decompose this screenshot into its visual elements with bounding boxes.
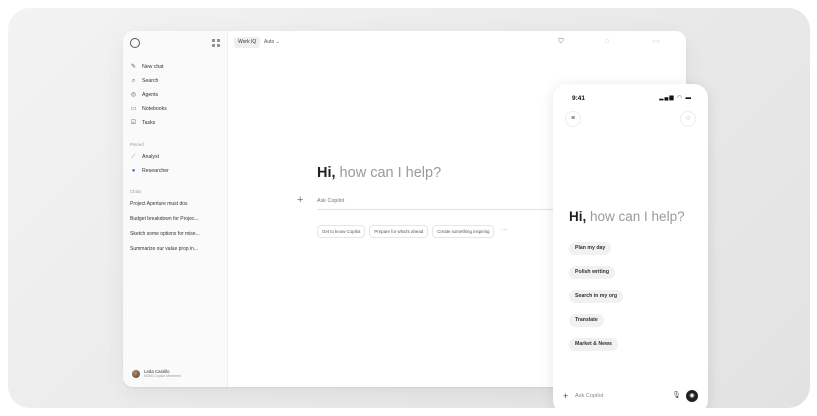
shield-icon[interactable]: ⛉ bbox=[557, 38, 565, 46]
sidebar-item-label: Analyst bbox=[142, 154, 160, 160]
analyst-icon: ⟋ bbox=[131, 153, 136, 160]
sidebar-agents: ⟋ Analyst ● Researcher bbox=[130, 150, 222, 178]
more-icon[interactable]: ··· bbox=[652, 38, 660, 46]
sidebar: ✎ New chat ⌕ Search ◎ Agents ▭ Notebooks bbox=[123, 31, 228, 387]
suggestion-chip[interactable]: Get to know Copilot bbox=[317, 225, 366, 238]
phone-greeting: Hi, how can I help? bbox=[569, 209, 685, 224]
greeting-hi: Hi, bbox=[317, 165, 336, 181]
suggestion-chip[interactable]: Polish writing bbox=[569, 266, 616, 279]
agents-section-label: Pinned bbox=[130, 142, 144, 147]
avatar bbox=[132, 370, 140, 378]
screenshot-stage: ✎ New chat ⌕ Search ◎ Agents ▭ Notebooks bbox=[0, 0, 817, 416]
list-item[interactable]: Budget breakdown for Projec... bbox=[130, 212, 225, 227]
topbar: Work IQ Auto ⌄ ⛉ ◌ ··· bbox=[227, 31, 686, 55]
suggestion-chip[interactable]: Create something inspiring bbox=[432, 225, 495, 238]
chats-section-label: Chats bbox=[130, 189, 142, 194]
sidebar-item-label: Tasks bbox=[142, 120, 156, 126]
prompt-suggestions: Get to know Copilot Prepare for what's a… bbox=[317, 225, 510, 238]
greeting-heading: Hi, how can I help? bbox=[317, 165, 441, 181]
sidebar-nav: ✎ New chat ⌕ Search ◎ Agents ▭ Notebooks bbox=[130, 60, 222, 130]
researcher-icon: ● bbox=[131, 167, 136, 174]
list-item[interactable]: Project Aperture must dos bbox=[130, 197, 225, 212]
phone-suggestions: Plan my day Polish writing Search in my … bbox=[569, 236, 624, 356]
list-item: Plan my day bbox=[569, 236, 623, 260]
copilot-logo-icon[interactable] bbox=[130, 38, 140, 48]
sidebar-item-researcher[interactable]: ● Researcher bbox=[130, 164, 222, 178]
more-suggestions-button[interactable]: ··· bbox=[498, 225, 510, 238]
sidebar-item-analyst[interactable]: ⟋ Analyst bbox=[130, 150, 222, 164]
add-attachment-icon[interactable]: + bbox=[563, 389, 568, 403]
agents-icon: ◎ bbox=[130, 91, 137, 98]
tasks-icon: ☑ bbox=[130, 119, 137, 126]
sidebar-item-label: Search bbox=[142, 78, 159, 84]
user-profile[interactable]: Leda Castillo M365 Copilot Members bbox=[132, 369, 181, 379]
sidebar-item-search[interactable]: ⌕ Search bbox=[130, 74, 222, 88]
menu-icon[interactable]: ≡ bbox=[565, 111, 581, 127]
notebook-icon: ▭ bbox=[130, 105, 137, 112]
new-chat-icon[interactable]: ◌ bbox=[680, 111, 696, 127]
sidebar-top bbox=[130, 38, 220, 50]
work-iq-toggle[interactable]: Work IQ bbox=[234, 37, 261, 48]
list-item: Polish writing bbox=[569, 260, 623, 284]
new-chat-icon: ✎ bbox=[130, 63, 137, 70]
list-item: Market & News bbox=[569, 332, 623, 356]
background-canvas: ✎ New chat ⌕ Search ◎ Agents ▭ Notebooks bbox=[8, 8, 810, 408]
status-icons: ▂▄▆ ◠ ▬ bbox=[659, 95, 692, 101]
model-selector[interactable]: Auto ⌄ bbox=[264, 37, 280, 48]
user-subtitle: M365 Copilot Members bbox=[144, 374, 182, 378]
greeting-hi: Hi, bbox=[569, 209, 587, 224]
add-attachment-icon[interactable]: + bbox=[297, 195, 303, 206]
ask-copilot-placeholder: Ask Copilot bbox=[317, 198, 345, 204]
greeting-rest: how can I help? bbox=[335, 165, 442, 181]
status-time: 9:41 bbox=[572, 95, 586, 102]
sidebar-item-agents[interactable]: ◎ Agents bbox=[130, 88, 222, 102]
sidebar-item-notebooks[interactable]: ▭ Notebooks bbox=[130, 102, 222, 116]
sidebar-item-label: Notebooks bbox=[142, 106, 167, 112]
suggestion-chip[interactable]: Translate bbox=[569, 314, 604, 327]
sidebar-item-label: Researcher bbox=[142, 168, 169, 174]
sidebar-item-new-chat[interactable]: ✎ New chat bbox=[130, 60, 222, 74]
chat-history-list: Project Aperture must dos Budget breakdo… bbox=[130, 197, 225, 257]
list-item: Translate bbox=[569, 308, 623, 332]
suggestion-chip[interactable]: Plan my day bbox=[569, 242, 612, 255]
greeting-rest: how can I help? bbox=[586, 209, 685, 224]
sidebar-item-label: New chat bbox=[142, 64, 164, 70]
list-item[interactable]: Summarize our value prop in... bbox=[130, 242, 225, 257]
search-icon: ⌕ bbox=[131, 77, 136, 84]
chat-icon[interactable]: ◌ bbox=[603, 38, 611, 46]
list-item: Search in my org bbox=[569, 284, 624, 308]
sidebar-item-label: Agents bbox=[142, 92, 159, 98]
suggestion-chip[interactable]: Search in my org bbox=[569, 290, 624, 303]
suggestion-chip[interactable]: Prepare for what's ahead bbox=[369, 225, 429, 238]
user-text: Leda Castillo M365 Copilot Members bbox=[144, 369, 181, 379]
phone-input-bar[interactable]: + Ask Copilot 🎙 ◉ bbox=[563, 389, 698, 403]
apps-grid-icon[interactable] bbox=[212, 39, 220, 47]
suggestion-chip[interactable]: Market & News bbox=[569, 338, 618, 351]
voice-icon[interactable]: ◉ bbox=[686, 390, 698, 402]
phone-mockup: 9:41 ▂▄▆ ◠ ▬ ≡ ◌ Hi, how can I help? Pla… bbox=[553, 84, 708, 408]
microphone-icon[interactable]: 🎙 bbox=[672, 389, 681, 403]
sidebar-item-tasks[interactable]: ☑ Tasks bbox=[130, 116, 222, 130]
ask-copilot-placeholder: Ask Copilot bbox=[575, 393, 604, 399]
list-item[interactable]: Sketch some options for mise... bbox=[130, 227, 225, 242]
